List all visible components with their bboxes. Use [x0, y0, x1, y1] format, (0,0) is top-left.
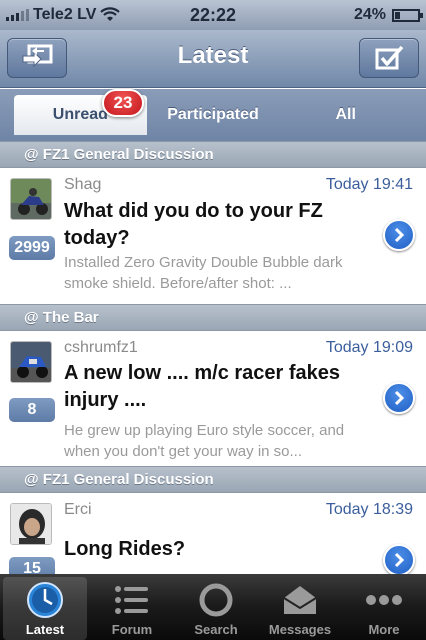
avatar — [10, 503, 52, 545]
topic-author: Erci — [64, 501, 92, 518]
tab-messages[interactable]: Messages — [258, 574, 342, 640]
topic-title: A new low .... m/c racer fakes injury ..… — [64, 362, 341, 411]
navigation-bar: Latest — [0, 30, 426, 88]
status-bar: Tele2 LV 22:22 24% — [0, 0, 426, 30]
chevron-right-icon — [394, 390, 405, 406]
section-header: @ FZ1 General Discussion — [0, 466, 426, 493]
topic-row[interactable]: 2999 Shag Today 19:41 What did you do to… — [0, 168, 426, 304]
search-icon — [199, 583, 233, 617]
tab-forum-label: Forum — [111, 622, 153, 637]
topic-time: Today 19:41 — [325, 176, 413, 193]
reply-count: 8 — [9, 398, 55, 422]
topic-time: Today 19:09 — [325, 339, 413, 356]
tab-latest-label: Latest — [25, 622, 65, 637]
reply-count: 15 — [9, 557, 55, 574]
clock-icon — [27, 582, 63, 618]
tab-latest[interactable]: Latest — [3, 577, 87, 640]
envelope-icon — [283, 586, 317, 614]
topic-time: Today 18:39 — [325, 501, 413, 518]
topic-preview: He grew up playing Euro style soccer, an… — [64, 422, 345, 460]
disclosure-button[interactable] — [383, 544, 415, 574]
filter-tabs-bar: Unread 23 Participated All — [0, 89, 426, 141]
section-header: @ FZ1 General Discussion — [0, 141, 426, 168]
more-dots-icon — [366, 595, 402, 605]
list-icon — [115, 586, 148, 614]
tab-forum[interactable]: Forum — [90, 574, 174, 640]
tab-search[interactable]: Search — [174, 574, 258, 640]
topic-row[interactable]: 8 cshrumfz1 Today 19:09 A new low .... m… — [0, 331, 426, 466]
unread-count-badge: 23 — [102, 89, 144, 117]
tab-messages-label: Messages — [268, 622, 332, 637]
avatar — [10, 341, 52, 383]
disclosure-button[interactable] — [383, 219, 415, 251]
mark-read-checkbox-icon — [375, 45, 404, 70]
battery-percent: 24% — [353, 6, 386, 23]
avatar — [10, 178, 52, 220]
topic-row[interactable]: 15 Erci Today 18:39 Long Rides? — [0, 493, 426, 574]
chevron-right-icon — [394, 552, 405, 568]
tab-participated[interactable]: Participated — [147, 95, 280, 135]
topic-title: What did you do to your FZ today? — [64, 200, 323, 249]
tab-unread[interactable]: Unread 23 — [14, 89, 147, 135]
tab-all-label: All — [335, 106, 356, 123]
mark-read-button[interactable] — [359, 38, 419, 78]
topic-preview: Installed Zero Gravity Double Bubble dar… — [64, 254, 343, 292]
tab-more-label: More — [368, 622, 400, 637]
chevron-right-icon — [394, 227, 405, 243]
filter-tabs: Unread 23 Participated All — [14, 89, 412, 135]
tab-unread-label: Unread — [52, 106, 108, 123]
tab-search-label: Search — [194, 622, 238, 637]
topic-author: Shag — [64, 176, 102, 193]
disclosure-button[interactable] — [383, 382, 415, 414]
battery-icon — [392, 8, 423, 22]
tab-more[interactable]: More — [342, 574, 426, 640]
battery-indicator: 24% — [353, 6, 423, 24]
topic-author: cshrumfz1 — [64, 339, 138, 356]
topic-title: Long Rides? — [64, 538, 186, 560]
tab-all[interactable]: All — [279, 95, 412, 135]
section-header: @ The Bar — [0, 304, 426, 331]
bottom-tab-bar: Latest Forum Search Messages More — [0, 574, 426, 640]
tab-participated-label: Participated — [167, 106, 259, 123]
reply-count: 2999 — [9, 236, 55, 260]
